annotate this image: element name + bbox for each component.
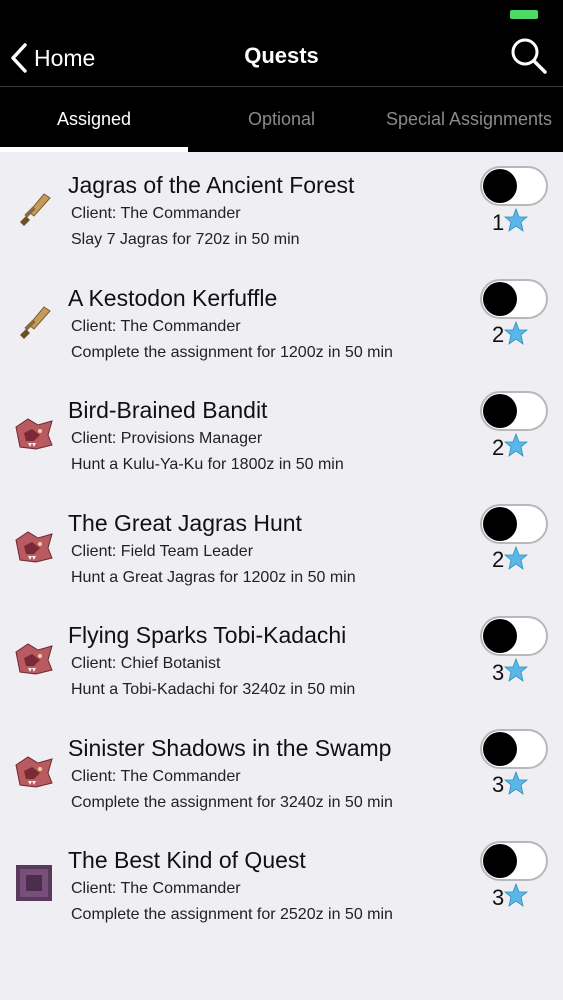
- quest-rank: 3: [492, 882, 529, 912]
- battery-icon: [510, 10, 538, 19]
- rank-number: 3: [492, 772, 505, 797]
- back-label: Home: [34, 44, 96, 71]
- quest-client: Client: The Commander: [71, 317, 241, 335]
- quest-rank: 1: [492, 207, 529, 237]
- quest-rank: 3: [492, 770, 529, 800]
- quest-row[interactable]: The Best Kind of Quest Client: The Comman…: [0, 827, 563, 940]
- sword-icon: [14, 188, 54, 228]
- star-icon: [504, 545, 529, 575]
- quest-description: Hunt a Kulu-Ya-Ku for 1800z in 50 min: [71, 456, 344, 473]
- item-box-icon: [14, 863, 54, 903]
- quest-row[interactable]: Sinister Shadows in the Swamp Client: The…: [0, 715, 563, 828]
- quest-rank: 2: [492, 545, 529, 575]
- quest-description: Hunt a Great Jagras for 1200z in 50 min: [71, 568, 356, 586]
- toggle-knob: [483, 394, 517, 428]
- star-icon: [504, 657, 529, 687]
- quest-toggle[interactable]: [480, 166, 548, 206]
- monster-icon: [14, 526, 54, 566]
- toggle-knob: [483, 844, 517, 878]
- quest-title: The Great Jagras Hunt: [68, 509, 302, 536]
- quest-toggle[interactable]: [480, 391, 548, 431]
- quest-rank: 2: [492, 432, 529, 462]
- quest-toggle[interactable]: [480, 841, 548, 881]
- star-icon: [504, 432, 529, 462]
- tab-bar: Assigned Optional Special Assignments: [0, 87, 563, 152]
- quest-list: Jagras of the Ancient Forest Client: The …: [0, 152, 563, 940]
- star-icon: [504, 320, 529, 350]
- quest-title: Bird-Brained Bandit: [68, 397, 268, 423]
- rank-number: 2: [492, 322, 505, 347]
- quest-rank: 2: [492, 320, 529, 350]
- quest-toggle[interactable]: [480, 278, 548, 319]
- quest-title: Flying Sparks Tobi-Kadachi: [68, 622, 347, 648]
- rank-number: 3: [492, 659, 505, 685]
- monster-icon: [14, 413, 54, 453]
- search-button[interactable]: [509, 36, 549, 76]
- quest-row[interactable]: Flying Sparks Tobi-Kadachi Client: Chief …: [0, 602, 563, 715]
- status-bar: [0, 0, 563, 30]
- quest-row[interactable]: Bird-Brained Bandit Client: Provisions Ma…: [0, 377, 563, 490]
- rank-number: 2: [492, 547, 505, 572]
- search-icon: [511, 38, 547, 74]
- quest-client: Client: Provisions Manager: [71, 430, 263, 447]
- rank-number: 1: [492, 209, 505, 235]
- nav-bar: Home Quests: [0, 30, 563, 86]
- quest-client: Client: The Commander: [71, 205, 241, 222]
- quest-title: A Kestodon Kerfuffle: [68, 284, 278, 311]
- quest-client: Client: Field Team Leader: [71, 542, 254, 560]
- toggle-knob: [483, 731, 517, 766]
- rank-number: 3: [492, 884, 505, 910]
- toggle-knob: [483, 281, 517, 316]
- tab-assigned[interactable]: Assigned: [0, 87, 188, 152]
- toggle-knob: [483, 169, 517, 203]
- rank-number: 2: [492, 434, 505, 460]
- star-icon: [504, 207, 529, 237]
- quest-client: Client: Chief Botanist: [71, 655, 221, 672]
- tab-special-assignments[interactable]: Special Assignments: [375, 87, 563, 152]
- quest-toggle[interactable]: [480, 503, 548, 544]
- toggle-knob: [483, 619, 517, 653]
- quest-row[interactable]: A Kestodon Kerfuffle Client: The Commande…: [0, 265, 563, 378]
- monster-icon: [14, 751, 54, 791]
- monster-icon: [14, 638, 54, 678]
- quest-description: Complete the assignment for 3240z in 50 …: [71, 793, 393, 811]
- quest-row[interactable]: The Great Jagras Hunt Client: Field Team …: [0, 490, 563, 603]
- quest-row[interactable]: Jagras of the Ancient Forest Client: The …: [0, 152, 563, 265]
- tab-optional[interactable]: Optional: [188, 87, 375, 152]
- back-button[interactable]: Home: [10, 40, 95, 76]
- quest-description: Complete the assignment for 1200z in 50 …: [71, 343, 393, 361]
- chevron-left-icon: [11, 43, 27, 73]
- sword-icon: [14, 301, 54, 341]
- quest-client: Client: The Commander: [71, 880, 241, 897]
- quest-description: Complete the assignment for 2520z in 50 …: [71, 906, 393, 923]
- quest-description: Slay 7 Jagras for 720z in 50 min: [71, 231, 300, 248]
- quest-description: Hunt a Tobi-Kadachi for 3240z in 50 min: [71, 681, 356, 698]
- star-icon: [504, 770, 529, 800]
- quest-toggle[interactable]: [480, 616, 548, 656]
- quest-client: Client: The Commander: [71, 767, 241, 785]
- quest-rank: 3: [492, 657, 529, 687]
- quest-title: The Best Kind of Quest: [68, 847, 306, 873]
- quest-toggle[interactable]: [480, 728, 548, 769]
- toggle-knob: [483, 506, 517, 541]
- quest-title: Jagras of the Ancient Forest: [68, 172, 355, 198]
- star-icon: [504, 882, 529, 912]
- quest-title: Sinister Shadows in the Swamp: [68, 734, 392, 761]
